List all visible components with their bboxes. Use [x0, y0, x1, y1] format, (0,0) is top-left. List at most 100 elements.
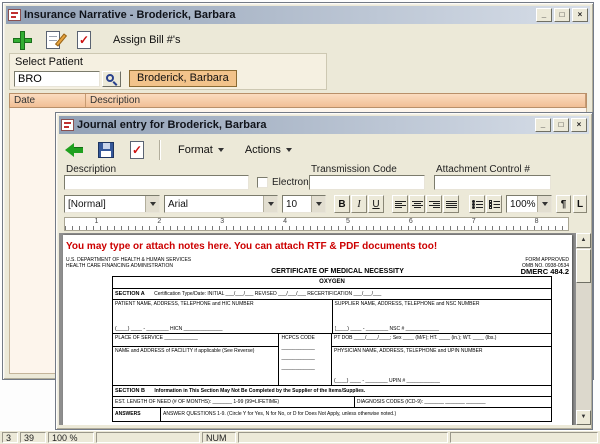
scroll-down-button[interactable]: ▼	[576, 410, 591, 425]
journal-toolbar: ✓ Format Actions	[62, 136, 300, 164]
column-header-description[interactable]: Description	[86, 94, 586, 107]
tab-stop-selector-button[interactable]: L	[573, 195, 587, 213]
format-menu-button[interactable]: Format	[170, 140, 232, 160]
journal-entry-titlebar[interactable]: Journal entry for Broderick, Barbara _ □…	[59, 116, 589, 134]
patient-search-button[interactable]	[102, 71, 121, 87]
agency-line: HEALTH CARE FINANCING ADMINISTRATION	[66, 263, 216, 269]
vertical-scrollbar[interactable]: ▲ ▼	[576, 233, 591, 425]
numbered-list-button[interactable]	[486, 195, 502, 213]
section-b-label: SECTION B	[115, 388, 145, 394]
ruler[interactable]: 1 2 3 4 5 6 7 8	[64, 217, 569, 231]
numbered-list-icon	[489, 200, 500, 209]
statusbar-cell	[450, 432, 598, 443]
statusbar-cell	[96, 432, 200, 443]
align-right-icon	[429, 200, 440, 209]
arrow-head	[65, 143, 74, 157]
combo-dropdown-button[interactable]	[311, 196, 325, 212]
transmission-code-input[interactable]	[309, 175, 425, 190]
ruler-number: 7	[472, 218, 476, 230]
combo-dropdown-button[interactable]	[145, 196, 159, 212]
toolbar-separator	[159, 140, 161, 160]
bold-button[interactable]: B	[334, 195, 350, 213]
zoom-combo[interactable]: 100%	[506, 195, 552, 213]
patient-header: PATIENT NAME, ADDRESS, TELEPHONE and HIC…	[115, 301, 254, 307]
statusbar-cell: 39	[20, 432, 46, 443]
supplier-header: SUPPLIER NAME, ADDRESS, TELEPHONE and NS…	[335, 301, 480, 307]
combo-dropdown-button[interactable]	[263, 196, 277, 212]
statusbar-cell: 3	[2, 432, 18, 443]
align-right-button[interactable]	[426, 195, 442, 213]
description-input[interactable]	[64, 175, 249, 190]
section-a-label: SECTION A	[115, 291, 145, 297]
narrative-table-header: Date Description	[9, 93, 587, 108]
underline-button[interactable]: U	[368, 195, 384, 213]
post-entry-button[interactable]	[62, 137, 88, 163]
floppy-label	[101, 151, 111, 157]
selected-patient-chip[interactable]: Broderick, Barbara	[129, 70, 237, 87]
search-icon-handle	[113, 81, 118, 86]
assign-bill-button[interactable]: Assign Bill #'s	[102, 30, 189, 50]
window-title: Insurance Narrative - Broderick, Barbara	[24, 9, 533, 21]
form-category-row: OXYGEN	[113, 277, 551, 288]
ruler-number: 2	[157, 218, 161, 230]
edit-document-icon	[46, 31, 60, 49]
italic-button[interactable]: I	[351, 195, 367, 213]
format-menu-label: Format	[178, 144, 213, 156]
save-button[interactable]	[93, 137, 119, 163]
electronic-checkbox[interactable]	[257, 177, 268, 188]
check-icon: ✓	[132, 144, 142, 156]
edit-narrative-button[interactable]	[40, 27, 66, 53]
hcpcs-blank-line: ____________	[281, 355, 329, 361]
ruler-number: 8	[535, 218, 539, 230]
insurance-narrative-titlebar[interactable]: Insurance Narrative - Broderick, Barbara…	[6, 6, 590, 24]
font-size-combo[interactable]: 10	[282, 195, 326, 213]
section-a-text: Certification Type/Date: INITIAL ___/___…	[154, 291, 381, 297]
show-paragraph-marks-button[interactable]: ¶	[556, 195, 571, 213]
close-button[interactable]: ×	[571, 118, 587, 132]
attachment-control-label: Attachment Control #	[436, 164, 530, 175]
chevron-down-icon	[316, 202, 322, 206]
scroll-up-button[interactable]: ▲	[576, 233, 591, 248]
hcpcs-column: HCPCS CODE ____________ ____________ ___…	[279, 334, 332, 385]
supplier-cell: SUPPLIER NAME, ADDRESS, TELEPHONE and NS…	[333, 300, 552, 333]
name-address-row: PATIENT NAME, ADDRESS, TELEPHONE and HIC…	[113, 299, 551, 333]
zoom-value: 100%	[507, 199, 537, 210]
bullet-list-button[interactable]	[469, 195, 485, 213]
app-statusbar: 3 39 100 % NUM	[0, 430, 600, 444]
new-narrative-button[interactable]	[9, 27, 35, 53]
green-back-arrow-icon	[65, 142, 85, 158]
column-header-date[interactable]: Date	[10, 94, 86, 107]
align-justify-button[interactable]	[443, 195, 459, 213]
verify-narrative-button[interactable]: ✓	[71, 27, 97, 53]
hcpcs-label: HCPCS CODE	[281, 335, 314, 341]
patient-search-input[interactable]	[14, 71, 100, 87]
minimize-button[interactable]: _	[535, 118, 551, 132]
physician-cell: PHYSICIAN NAME, ADDRESS, TELEPHONE and U…	[332, 347, 551, 385]
chevron-down-icon	[286, 148, 292, 152]
minimize-button[interactable]: _	[536, 8, 552, 22]
hcpcs-blank-line: ____________	[281, 345, 329, 351]
window-title: Journal entry for Broderick, Barbara	[77, 119, 532, 131]
window-controls: _ □ ×	[536, 8, 588, 22]
scrollbar-thumb[interactable]	[576, 249, 591, 283]
editor-note-text: You may type or attach notes here. You c…	[63, 235, 572, 254]
maximize-button[interactable]: □	[554, 8, 570, 22]
paragraph-style-value: [Normal]	[65, 199, 145, 210]
section-b-row: SECTION B Information in This Section Ma…	[113, 385, 551, 396]
document-page[interactable]: You may type or attach notes here. You c…	[63, 235, 572, 425]
answers-text: ANSWER QUESTIONS 1-9. (Circle Y for Yes,…	[161, 408, 551, 421]
floppy-shutter	[103, 143, 110, 149]
align-center-button[interactable]	[409, 195, 425, 213]
chevron-down-icon	[150, 202, 156, 206]
statusbar-cell	[238, 432, 448, 443]
diagnosis-codes-text: DIAGNOSIS CODES (ICD-9): _______ _______…	[354, 397, 551, 407]
font-family-combo[interactable]: Arial	[164, 195, 278, 213]
combo-dropdown-button[interactable]	[537, 196, 551, 212]
close-button[interactable]: ×	[572, 8, 588, 22]
maximize-button[interactable]: □	[553, 118, 569, 132]
verify-entry-button[interactable]: ✓	[124, 137, 150, 163]
align-left-button[interactable]	[392, 195, 408, 213]
actions-menu-button[interactable]: Actions	[237, 140, 300, 160]
paragraph-style-combo[interactable]: [Normal]	[64, 195, 160, 213]
attachment-control-input[interactable]	[434, 175, 551, 190]
